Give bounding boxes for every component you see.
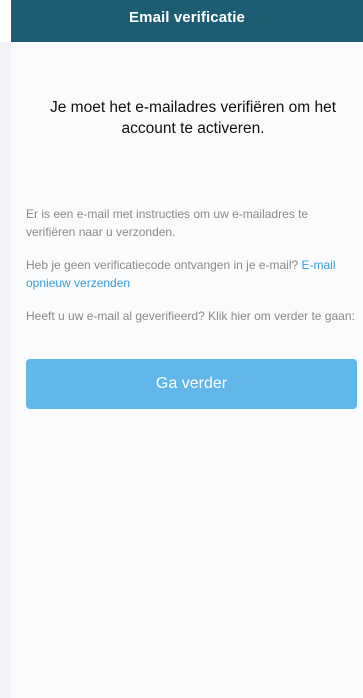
verification-headline: Je moet het e-mailadres verifiëren om he… xyxy=(49,99,337,137)
verification-screen: Email verificatie Je moet het e-mailadre… xyxy=(0,0,363,698)
main-content: Je moet het e-mailadres verifiëren om he… xyxy=(11,42,363,698)
continue-prompt-text: Heeft u uw e-mail al geverifieerd? Klik … xyxy=(26,309,355,323)
resend-prompt-text: Heb je geen verificatiecode ontvangen in… xyxy=(26,258,302,272)
sent-instructions-text: Er is een e-mail met instructies om uw e… xyxy=(26,207,309,239)
page-title: Email verificatie xyxy=(129,9,245,26)
continue-button[interactable]: Ga verder xyxy=(26,359,357,409)
side-strip xyxy=(0,42,11,698)
resend-paragraph: Heb je geen verificatiecode ontvangen in… xyxy=(26,256,356,292)
continue-button-label: Ga verder xyxy=(155,375,228,392)
header-bar: Email verificatie xyxy=(11,0,363,42)
